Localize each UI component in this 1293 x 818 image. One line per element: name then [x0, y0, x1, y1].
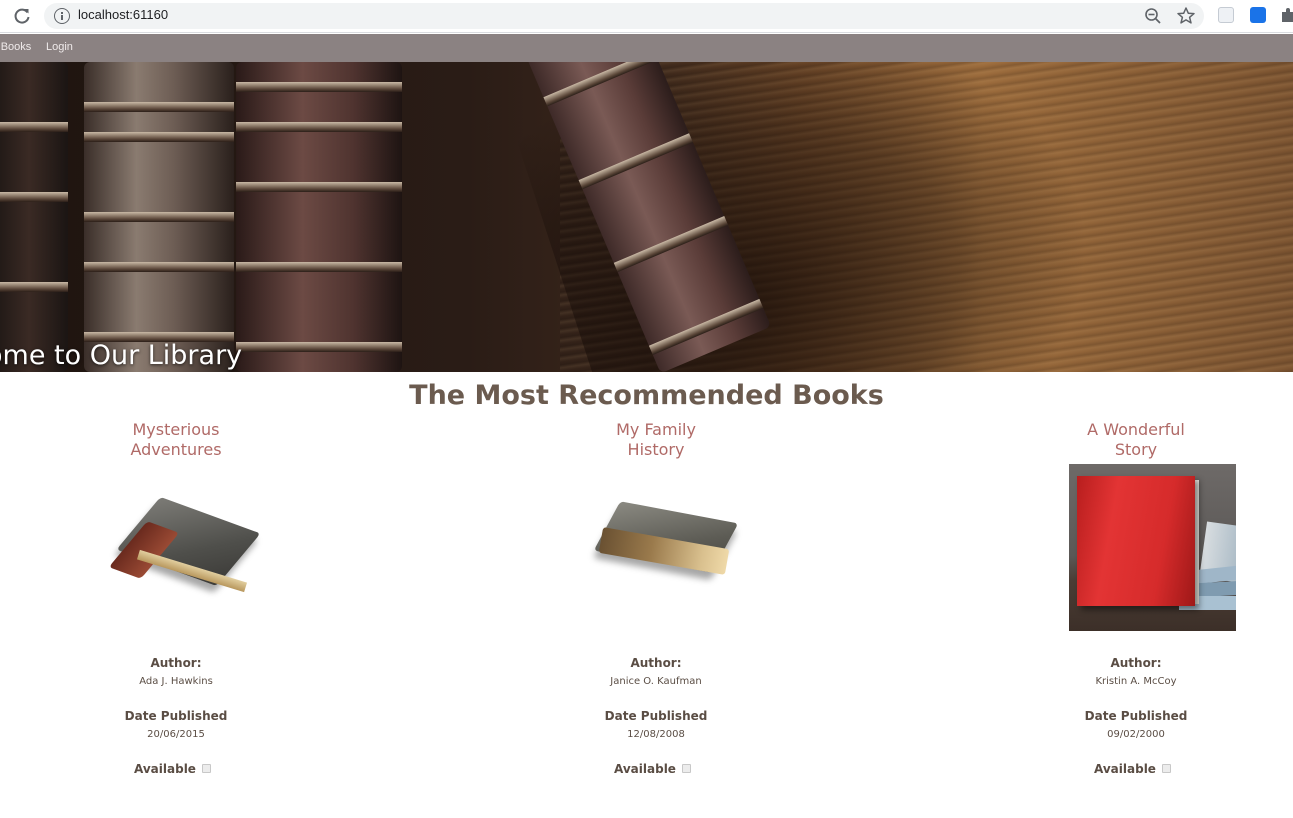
book-cover-image	[56, 464, 296, 634]
author-label: Author:	[630, 656, 682, 670]
browser-toolbar: localhost:61160	[0, 0, 1293, 33]
section-title: The Most Recommended Books	[409, 380, 884, 411]
available-label: Available	[134, 762, 196, 776]
extension-icon[interactable]	[1218, 7, 1234, 23]
available-checkbox[interactable]	[1162, 764, 1171, 773]
available-label: Available	[614, 762, 676, 776]
reload-icon[interactable]	[12, 6, 32, 26]
book-title[interactable]: A Wonderful Story	[1066, 420, 1206, 460]
zoom-out-icon[interactable]	[1144, 7, 1162, 25]
hero-banner: ome to Our Library	[0, 62, 1293, 372]
star-icon[interactable]	[1176, 6, 1196, 26]
book-spine-image	[0, 62, 68, 372]
book-card: A Wonderful Story Author: Kristin A. McC…	[1016, 420, 1256, 778]
author-label: Author:	[150, 656, 202, 670]
date-published-label: Date Published	[604, 709, 708, 723]
available-checkbox[interactable]	[682, 764, 691, 773]
book-cover-image	[536, 464, 776, 634]
book-card: Mysterious Adventures Author: Ada J. Haw…	[56, 420, 296, 778]
available-label: Available	[1094, 762, 1156, 776]
availability-row: Available	[536, 762, 776, 778]
address-bar[interactable]: localhost:61160	[44, 3, 1204, 29]
date-published-value: 20/06/2015	[147, 729, 205, 740]
book-title[interactable]: My Family History	[586, 420, 726, 460]
date-published-value: 09/02/2000	[1107, 729, 1165, 740]
site-navbar: r Books Login	[0, 34, 1293, 62]
url-text[interactable]: localhost:61160	[78, 7, 168, 22]
book-spine-image	[236, 62, 402, 372]
nav-link-books[interactable]: r Books	[0, 41, 31, 53]
availability-row: Available	[1016, 762, 1256, 778]
book-title[interactable]: Mysterious Adventures	[106, 420, 246, 460]
author-name: Ada J. Hawkins	[139, 676, 213, 687]
extension-icon[interactable]	[1250, 7, 1266, 23]
author-label: Author:	[1110, 656, 1162, 670]
date-published-value: 12/08/2008	[627, 729, 685, 740]
book-cover-image	[1016, 464, 1256, 634]
available-checkbox[interactable]	[202, 764, 211, 773]
puzzle-icon[interactable]	[1280, 7, 1293, 23]
date-published-label: Date Published	[1084, 709, 1188, 723]
date-published-label: Date Published	[124, 709, 228, 723]
author-name: Kristin A. McCoy	[1095, 676, 1177, 687]
book-card: My Family History Author: Janice O. Kauf…	[536, 420, 776, 778]
author-name: Janice O. Kaufman	[610, 676, 702, 687]
hero-title: ome to Our Library	[0, 340, 243, 371]
book-spine-image	[84, 62, 234, 372]
nav-link-login[interactable]: Login	[46, 41, 73, 53]
info-icon[interactable]	[54, 8, 70, 24]
availability-row: Available	[56, 762, 296, 778]
